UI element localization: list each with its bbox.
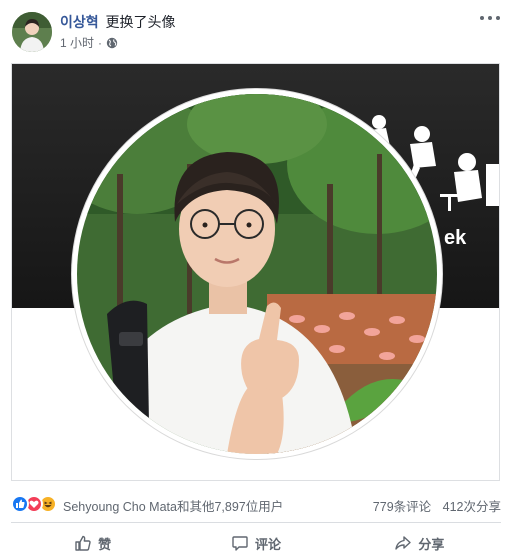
- shares-count-link[interactable]: 412次分享: [443, 500, 501, 514]
- share-label: 分享: [418, 536, 445, 552]
- post-stats: Sehyoung Cho Mata和其他7,897位用户 779条评论 412次…: [11, 492, 501, 516]
- author-avatar[interactable]: [12, 12, 52, 52]
- feed-post: 이상혁 更换了头像 1 小时 · ek Sehyoung Cho Mata和其他…: [0, 0, 510, 559]
- profile-picture: [77, 94, 437, 454]
- post-action-bar: 赞 评论 分享: [11, 528, 501, 558]
- like-label: 赞: [98, 536, 112, 552]
- reaction-summary[interactable]: [11, 495, 57, 513]
- post-media[interactable]: ek: [11, 63, 500, 481]
- divider: [11, 522, 501, 523]
- post-meta: 1 小时 ·: [60, 34, 118, 51]
- more-dot-icon: [496, 16, 500, 20]
- globe-icon[interactable]: [106, 37, 118, 49]
- like-button[interactable]: 赞: [11, 528, 174, 558]
- reactors-link[interactable]: Sehyoung Cho Mata和其他7,897位用户: [63, 496, 283, 515]
- more-dot-icon: [488, 16, 492, 20]
- comments-count-link[interactable]: 779条评论: [373, 500, 431, 514]
- share-arrow-icon: [395, 536, 412, 550]
- post-header-line: 이상혁 更换了头像: [60, 12, 176, 32]
- profile-picture-frame[interactable]: [72, 89, 442, 459]
- engagement-counts: 779条评论 412次分享: [373, 496, 501, 515]
- svg-text:ek: ek: [444, 227, 467, 249]
- post-timestamp[interactable]: 1 小时: [60, 34, 94, 51]
- comment-button[interactable]: 评论: [174, 528, 337, 558]
- comment-bubble-icon: [232, 536, 248, 551]
- like-reaction-icon: [11, 495, 29, 513]
- author-name-link[interactable]: 이상혁: [60, 14, 99, 30]
- post-action-text: 更换了头像: [105, 14, 176, 30]
- more-options-button[interactable]: [480, 12, 500, 24]
- more-dot-icon: [480, 16, 484, 20]
- thumbs-up-icon: [75, 535, 91, 551]
- share-button[interactable]: 分享: [338, 528, 501, 558]
- comment-label: 评论: [254, 536, 281, 552]
